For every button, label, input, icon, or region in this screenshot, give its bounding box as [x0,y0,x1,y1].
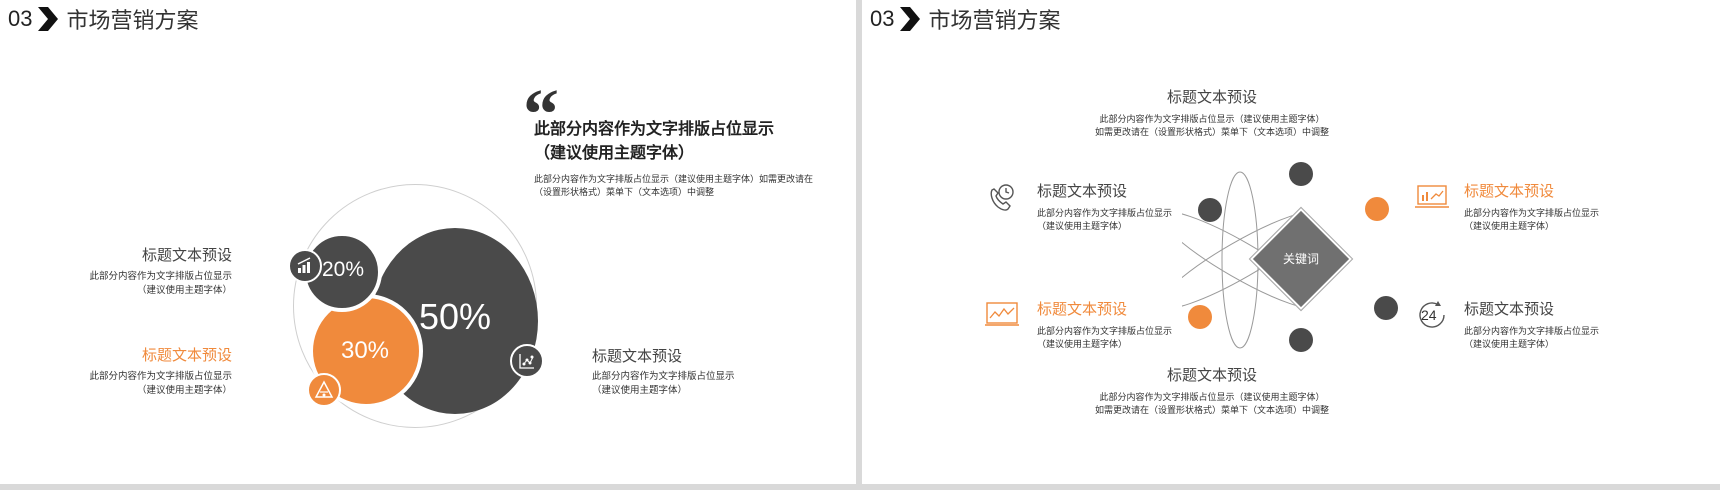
item-line2-3: （建议使用主题字体） [592,385,688,396]
side-line2-2: （建议使用主题字体） [1037,339,1128,349]
page-title: 市场营销方案 [928,8,1061,33]
presentation-chart-icon [984,300,1020,330]
node-top-left [1198,198,1222,222]
slide-right: 03 市场营销方案 标题文本预设 此部分内容作为文字排版占位显示（建议使用主题字… [862,0,1720,484]
quote-title-line1: 此部分内容作为文字排版占位显示 [534,121,775,138]
item-line2-2: （建议使用主题字体） [136,385,232,396]
item-title-2: 标题文本预设 [141,348,232,364]
quote-body-line2: （设置形状格式）菜单下（文本选项）中调整 [534,187,715,197]
item-title-1: 标题文本预设 [141,248,232,264]
24-hours-icon: 24 [1414,297,1450,333]
icon-24-label: 24 [1421,307,1437,323]
side-title-3: 标题文本预设 [1464,184,1555,200]
side-line1-4: 此部分内容作为文字排版占位显示 [1464,326,1600,336]
quote-body-line1: 此部分内容作为文字排版占位显示（建议使用主题字体）如需更改请在 [534,174,814,184]
section-number: 03 [8,6,33,31]
scatter-chart-icon [510,344,544,378]
section-number: 03 [870,6,895,31]
slide-left: 03 市场营销方案 “ 此部分内容作为文字排版占位显示 （建议使用主题字体） 此… [0,0,856,484]
side-title-4: 标题文本预设 [1464,302,1555,318]
side-title-1: 标题文本预设 [1037,184,1128,200]
phone-clock-icon [984,180,1020,216]
side-line1-2: 此部分内容作为文字排版占位显示 [1037,326,1173,336]
side-line1-1: 此部分内容作为文字排版占位显示 [1037,208,1173,218]
bottom-line1: 此部分内容作为文字排版占位显示（建议使用主题字体） [1099,392,1325,402]
center-keyword: 关键词 [1282,252,1319,266]
percent-large: 50% [418,296,492,337]
side-line2-1: （建议使用主题字体） [1037,221,1128,231]
quote-title-line2: （建议使用主题字体） [534,145,695,162]
node-bottom-left-orange [1188,305,1212,329]
side-line1-3: 此部分内容作为文字排版占位显示 [1464,208,1600,218]
item-line2-1: （建议使用主题字体） [136,285,232,296]
top-line2: 如需更改请在（设置形状格式）菜单下（文本选项）中调整 [1094,127,1329,137]
monitor-chart-icon [1414,183,1450,213]
item-line1-1: 此部分内容作为文字排版占位显示 [89,271,232,282]
slide-header: 03 市场营销方案 [8,4,199,34]
node-bottom-right [1374,296,1398,320]
pyramid-icon [307,373,341,407]
side-line2-3: （建议使用主题字体） [1464,221,1555,231]
item-line1-3: 此部分内容作为文字排版占位显示 [592,371,735,382]
chevron-right-icon [900,7,921,31]
page-title: 市场营销方案 [66,8,199,33]
node-top-right-orange [1365,197,1389,221]
bar-chart-growth-icon [288,249,322,283]
side-title-2: 标题文本预设 [1037,302,1128,318]
percent-medium: 30% [340,337,390,364]
bottom-line2: 如需更改请在（设置形状格式）菜单下（文本选项）中调整 [1094,405,1329,415]
item-title-3: 标题文本预设 [592,349,683,365]
top-line1: 此部分内容作为文字排版占位显示（建议使用主题字体） [1099,114,1325,124]
side-line2-4: （建议使用主题字体） [1464,339,1555,349]
chevron-right-icon [38,7,59,31]
node-top [1289,162,1313,186]
bottom-title: 标题文本预设 [1166,368,1257,384]
item-line1-2: 此部分内容作为文字排版占位显示 [89,371,232,382]
slide-header: 03 市场营销方案 [870,4,1061,34]
node-bottom [1289,328,1313,352]
top-title: 标题文本预设 [1166,90,1257,106]
